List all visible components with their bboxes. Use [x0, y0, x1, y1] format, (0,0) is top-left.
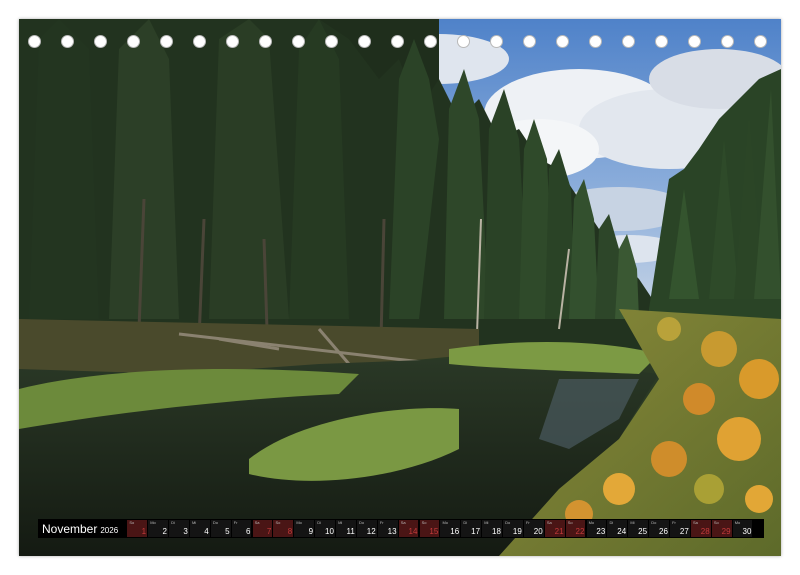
day-number: 23	[596, 527, 606, 536]
day-number: 17	[471, 527, 481, 536]
day-number: 4	[204, 527, 209, 536]
day-cell: Mi 25	[628, 520, 649, 537]
weekday-label: Di	[171, 520, 175, 525]
day-cell: Fr 6	[231, 520, 252, 537]
day-cell: Fr 27	[670, 520, 690, 537]
day-number: 15	[429, 527, 439, 536]
weekday-label: Fr	[379, 520, 384, 525]
day-cell: Fr 20	[523, 520, 544, 537]
day-number: 12	[366, 527, 376, 536]
weekday-label: Mi	[484, 520, 489, 525]
weekday-label: Fr	[525, 520, 530, 525]
day-number: 10	[325, 527, 334, 536]
day-number: 28	[700, 527, 710, 536]
weekday-label: Mi	[338, 520, 343, 525]
day-cell: Mi 11	[336, 520, 356, 537]
day-number: 13	[387, 527, 397, 536]
day-cell: Mi 4	[189, 520, 210, 537]
day-cell: So 22	[565, 520, 586, 537]
day-cell: So 29	[711, 520, 732, 537]
landscape-photo	[19, 19, 781, 556]
weekday-label: Sa	[692, 520, 698, 525]
day-number: 24	[617, 527, 627, 536]
weekday-label: Di	[609, 520, 614, 525]
weekday-label: Fr	[672, 520, 676, 525]
day-number: 27	[679, 527, 689, 536]
day-number: 20	[533, 527, 543, 536]
day-cell: Di 17	[461, 520, 482, 537]
weekday-label: Mo	[296, 520, 302, 525]
weekday-label: So	[421, 520, 427, 525]
day-number: 18	[492, 527, 501, 536]
day-cell: Di 24	[607, 520, 628, 537]
day-cell: Di 10	[315, 520, 335, 537]
day-cell: Do 26	[649, 520, 669, 537]
day-cell: Mo 2	[148, 520, 168, 537]
day-number: 22	[575, 527, 585, 536]
weekday-label: Di	[463, 520, 468, 525]
day-cell: Mo 16	[440, 520, 461, 537]
day-cell: So 15	[419, 520, 440, 537]
day-number: 14	[408, 527, 418, 536]
day-cell: Fr 13	[377, 520, 398, 537]
weekday-label: Mo	[442, 520, 449, 525]
day-cell: Sa 7	[252, 520, 273, 537]
weekday-label: Mo	[588, 520, 595, 525]
calendar-photo	[19, 19, 781, 556]
day-cell: Do 12	[356, 520, 377, 537]
day-number: 26	[659, 527, 668, 536]
weekday-label: So	[275, 520, 281, 525]
year-label: 2026	[100, 525, 119, 535]
day-number: 16	[450, 527, 460, 536]
day-number: 30	[742, 527, 752, 536]
weekday-label: Do	[212, 520, 218, 525]
day-cell: Mo 9	[294, 520, 315, 537]
weekday-label: Do	[358, 520, 365, 525]
day-number: 5	[225, 527, 230, 536]
weekday-label: So	[129, 520, 135, 525]
calendar-strip: November 2026 So 1 Mo 2 Di 3 Mi 4 Do 5 Fr 6 Sa 7 So 8 Mo 9…	[38, 519, 764, 538]
day-number: 1	[141, 527, 147, 536]
day-number: 9	[308, 527, 314, 536]
day-cell: Do 5	[210, 520, 231, 537]
day-number: 19	[512, 527, 522, 536]
weekday-label: Mo	[150, 520, 156, 525]
weekday-label: So	[567, 520, 573, 525]
day-cell: Mi 18	[482, 520, 502, 537]
day-cell: Sa 14	[398, 520, 419, 537]
month-label: November 2026	[42, 521, 119, 536]
day-cell: Sa 21	[544, 520, 565, 537]
day-number: 29	[721, 527, 731, 536]
day-cell: Sa 28	[690, 520, 711, 537]
day-cell: Mo 23	[586, 520, 607, 537]
weekday-label: Mi	[191, 520, 197, 525]
day-number: 21	[554, 527, 564, 536]
weekday-label: Mi	[630, 520, 635, 525]
weekday-label: Sa	[254, 520, 260, 525]
day-number: 7	[266, 527, 272, 536]
day-number: 2	[162, 527, 167, 536]
weekday-label: Sa	[546, 520, 552, 525]
weekday-label: Mo	[734, 520, 741, 525]
day-cell: Do 19	[503, 520, 523, 537]
weekday-label: Fr	[233, 520, 238, 525]
weekday-label: So	[713, 520, 719, 525]
day-cell: So 8	[273, 520, 294, 537]
day-number: 3	[183, 527, 188, 536]
weekday-label: Sa	[400, 520, 406, 525]
weekday-label: Do	[505, 520, 511, 525]
day-cell: So 1	[127, 520, 148, 537]
weekday-label: Do	[651, 520, 657, 525]
weekday-label: Di	[317, 520, 321, 525]
day-number: 11	[346, 527, 355, 536]
day-cell: Di 3	[169, 520, 189, 537]
day-number: 25	[638, 527, 648, 536]
day-number: 6	[245, 527, 251, 536]
day-cells: So 1 Mo 2 Di 3 Mi 4 Do 5 Fr 6 Sa 7 So 8 Mo 9 Di 10 Mi 11 Do 12 F…	[126, 520, 753, 537]
day-number: 8	[287, 527, 293, 536]
day-cell: Mo 30	[732, 520, 753, 537]
